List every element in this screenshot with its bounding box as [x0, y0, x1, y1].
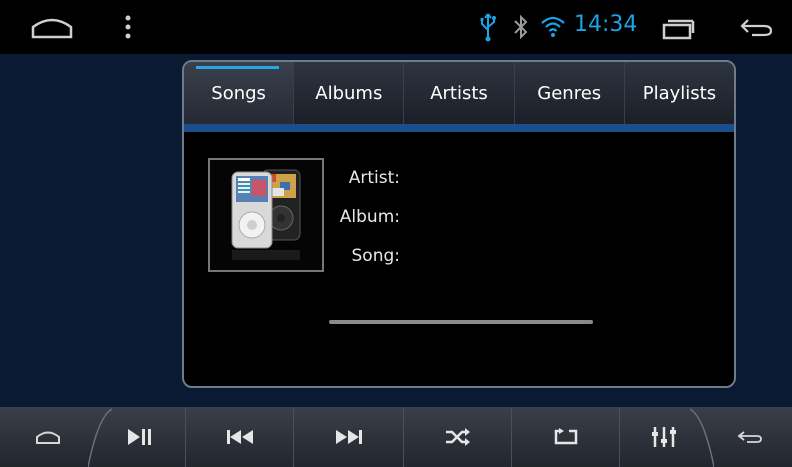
- previous-icon: [227, 430, 253, 444]
- tab-songs[interactable]: Songs: [184, 62, 295, 124]
- shuffle-button[interactable]: [403, 407, 512, 467]
- next-button[interactable]: [293, 407, 404, 467]
- equalizer-icon: [652, 427, 676, 447]
- repeat-button[interactable]: [511, 407, 620, 467]
- album-art: [208, 158, 324, 272]
- back-icon[interactable]: [738, 16, 774, 38]
- tab-artists[interactable]: Artists: [404, 62, 515, 124]
- tab-label: Songs: [211, 82, 266, 104]
- tab-bar: Songs Albums Artists Genres Playlists: [184, 62, 734, 125]
- song-label: Song:: [351, 246, 401, 266]
- clock: 14:34: [574, 12, 638, 37]
- repeat-icon: [554, 428, 578, 445]
- back-button[interactable]: [707, 407, 792, 467]
- tab-label: Albums: [315, 82, 383, 104]
- home-icon: [35, 431, 60, 444]
- home-button[interactable]: [0, 407, 95, 467]
- tab-label: Playlists: [642, 82, 717, 104]
- music-player-icon: [231, 169, 301, 260]
- usb-icon: [480, 13, 496, 42]
- tab-genres[interactable]: Genres: [515, 62, 625, 124]
- control-bar: [0, 407, 792, 467]
- play-pause-icon: [128, 429, 151, 445]
- tab-underline: [184, 124, 734, 132]
- tab-label: Artists: [430, 82, 488, 104]
- tab-label: Genres: [537, 82, 602, 104]
- previous-button[interactable]: [185, 407, 294, 467]
- recent-apps-icon[interactable]: [660, 18, 696, 40]
- shuffle-icon: [446, 428, 470, 446]
- menu-dots-icon[interactable]: [124, 13, 132, 41]
- next-icon: [336, 430, 362, 444]
- tab-playlists[interactable]: Playlists: [625, 62, 734, 124]
- home-icon[interactable]: [30, 15, 74, 39]
- album-label: Album:: [339, 207, 400, 227]
- status-bar: 14:34: [0, 0, 792, 54]
- wifi-icon: [541, 16, 565, 37]
- back-icon: [737, 431, 762, 443]
- tab-albums[interactable]: Albums: [294, 62, 405, 124]
- music-panel: Songs Albums Artists Genres Playlists Ar…: [182, 60, 736, 388]
- artist-label: Artist:: [348, 168, 400, 188]
- progress-bar[interactable]: [329, 320, 593, 324]
- bluetooth-icon: [514, 14, 528, 40]
- play-pause-button[interactable]: [95, 407, 185, 467]
